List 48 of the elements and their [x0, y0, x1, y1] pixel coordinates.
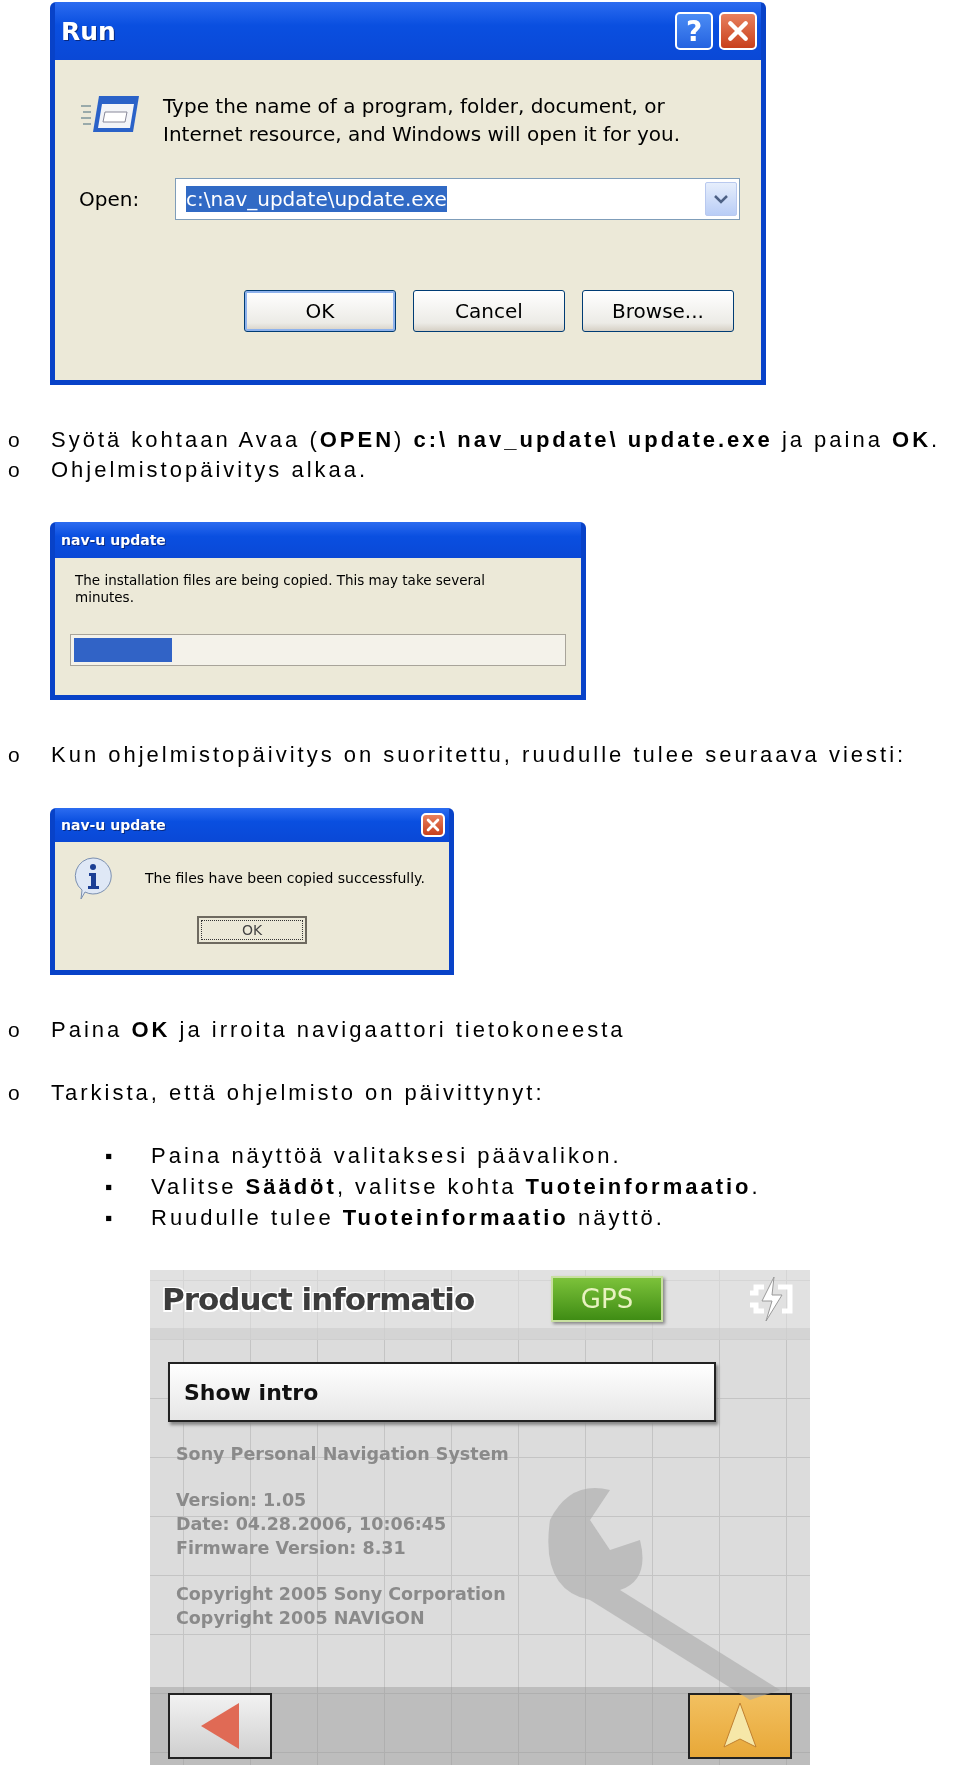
chevron-down-icon [714, 194, 728, 204]
bullet-marker: ▪ [105, 1144, 114, 1168]
close-button[interactable] [719, 12, 757, 50]
dialog-button[interactable]: OK [244, 290, 396, 332]
dropdown-button[interactable] [705, 182, 737, 216]
info-text: Sony Personal Navigation System [176, 1443, 510, 1466]
close-icon [426, 818, 440, 832]
show-intro-button[interactable]: Show intro [168, 1362, 716, 1422]
instruction-text: Tarkista, että ohjelmisto on päivittynyt: [51, 1080, 545, 1106]
instruction-text: Ruudulle tulee Tuoteinformaatio näyttö. [151, 1205, 665, 1231]
instruction-text: Ohjelmistopäivitys alkaa. [51, 457, 369, 483]
instruction-text: Valitse Säädöt, valitse kohta Tuoteinformaatio. [151, 1174, 761, 1200]
window-title: nav-u update [61, 817, 167, 833]
dialog-button[interactable]: Cancel [413, 290, 565, 332]
instruction-text: Syötä kohtaan Avaa (OPEN) c:\ nav_update\ update.exe ja paina OK. [51, 427, 941, 453]
info-text: Version: 1.05 [176, 1489, 308, 1512]
bullet-marker: o [8, 428, 21, 452]
close-button[interactable] [421, 813, 445, 837]
info-text: Firmware Version: 8.31 [176, 1537, 407, 1560]
screen-title: Product informatio [162, 1281, 476, 1317]
open-combo-field[interactable]: c:\nav_update\update.exe [175, 178, 740, 220]
navigation-arrow-icon [720, 1701, 760, 1751]
bullet-marker: o [8, 1081, 21, 1105]
instruction-text: Paina OK ja irroita navigaattori tietokoneesta [51, 1017, 626, 1043]
instruction-text: Kun ohjelmistopäivitys on suoritettu, ruudulle tulee seuraava viesti: [51, 742, 907, 768]
back-button[interactable] [168, 1693, 272, 1759]
help-button[interactable]: ? [675, 12, 713, 50]
description-text: Type the name of a program, folder, document, or Internet resource, and Windows will open it for you. [163, 93, 681, 148]
open-label: Open: [79, 187, 141, 211]
dialog-button[interactable]: Browse... [582, 290, 734, 332]
bullet-marker: o [8, 458, 21, 482]
info-text: Date: 04.28.2006, 10:06:45 [176, 1513, 448, 1536]
bullet-marker: o [8, 1018, 21, 1042]
instruction-text: Paina näyttöä valitaksesi päävalikon. [151, 1143, 622, 1169]
message-text: The files have been copied successfully. [145, 870, 425, 886]
window-title: Run [61, 16, 117, 46]
bullet-marker: ▪ [105, 1175, 114, 1199]
bullet-marker: ▪ [105, 1206, 114, 1230]
close-icon [727, 20, 749, 42]
bullet-marker: o [8, 743, 21, 767]
back-triangle-icon [199, 1701, 241, 1751]
status-message: The installation files are being copied. This may take several minutes. [74, 571, 487, 606]
ok-button[interactable]: OK [197, 916, 307, 944]
info-text: Copyright 2005 Sony Corporation [176, 1583, 507, 1606]
navigate-button[interactable] [688, 1693, 792, 1759]
info-text: Copyright 2005 NAVIGON [176, 1607, 426, 1630]
info-icon [73, 856, 113, 900]
window-title: nav-u update [61, 532, 167, 548]
